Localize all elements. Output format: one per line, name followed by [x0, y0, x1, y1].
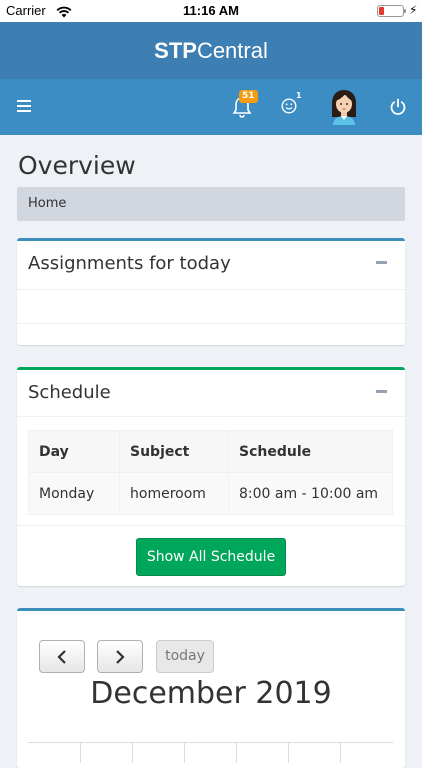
table-cell-subject: homeroom — [119, 472, 229, 515]
calendar-next-button[interactable] — [97, 640, 143, 673]
menu-icon[interactable] — [17, 100, 31, 112]
column-header-subject: Subject — [119, 430, 229, 473]
notifications-count-badge: 51 — [239, 90, 258, 103]
calendar-today-button[interactable]: today — [156, 640, 214, 673]
breadcrumb-home-link[interactable]: Home — [28, 196, 66, 211]
messages-smiley-icon[interactable] — [281, 98, 297, 114]
divider — [17, 289, 405, 290]
power-icon[interactable] — [389, 98, 407, 116]
charging-icon: ⚡ — [409, 3, 418, 17]
status-bar: Carrier 11:16 AM ⚡ — [0, 0, 422, 22]
schedule-title: Schedule — [28, 382, 111, 403]
calendar-grid — [28, 742, 393, 763]
page-title: Overview — [18, 151, 136, 180]
column-header-day: Day — [28, 430, 120, 473]
divider — [17, 525, 405, 526]
collapse-icon[interactable] — [376, 390, 387, 393]
top-navbar — [0, 79, 422, 135]
calendar-prev-button[interactable] — [39, 640, 85, 673]
calendar-month-title: December 2019 — [90, 676, 332, 711]
user-avatar[interactable] — [330, 89, 358, 125]
table-row: Monday homeroom 8:00 am - 10:00 am — [28, 472, 393, 515]
schedule-box: Schedule Day Subject Schedule Monday hom… — [17, 367, 405, 586]
divider — [17, 416, 405, 417]
assignments-title: Assignments for today — [28, 253, 231, 274]
table-cell-day: Monday — [28, 472, 120, 515]
breadcrumb: Home — [17, 187, 405, 221]
table-cell-schedule: 8:00 am - 10:00 am — [228, 472, 393, 515]
show-all-schedule-button[interactable]: Show All Schedule — [136, 538, 286, 576]
messages-count-badge: 1 — [296, 91, 302, 100]
column-header-schedule: Schedule — [228, 430, 393, 473]
chevron-left-icon — [57, 650, 66, 664]
chevron-right-icon — [116, 650, 125, 664]
brand-bold: STP — [154, 38, 197, 63]
assignments-box: Assignments for today — [17, 238, 405, 345]
clock: 11:16 AM — [183, 3, 239, 18]
calendar-box: today December 2019 — [17, 608, 405, 768]
schedule-table: Day Subject Schedule Monday homeroom 8:0… — [28, 430, 393, 515]
divider — [17, 323, 405, 324]
battery-icon — [377, 5, 404, 17]
battery-tip — [404, 9, 406, 13]
table-header-row: Day Subject Schedule — [28, 430, 393, 473]
collapse-icon[interactable] — [376, 261, 387, 264]
brand-light: Central — [196, 38, 268, 63]
brand-header: STPCentral — [0, 22, 422, 79]
app-logo[interactable]: STPCentral — [0, 38, 422, 64]
